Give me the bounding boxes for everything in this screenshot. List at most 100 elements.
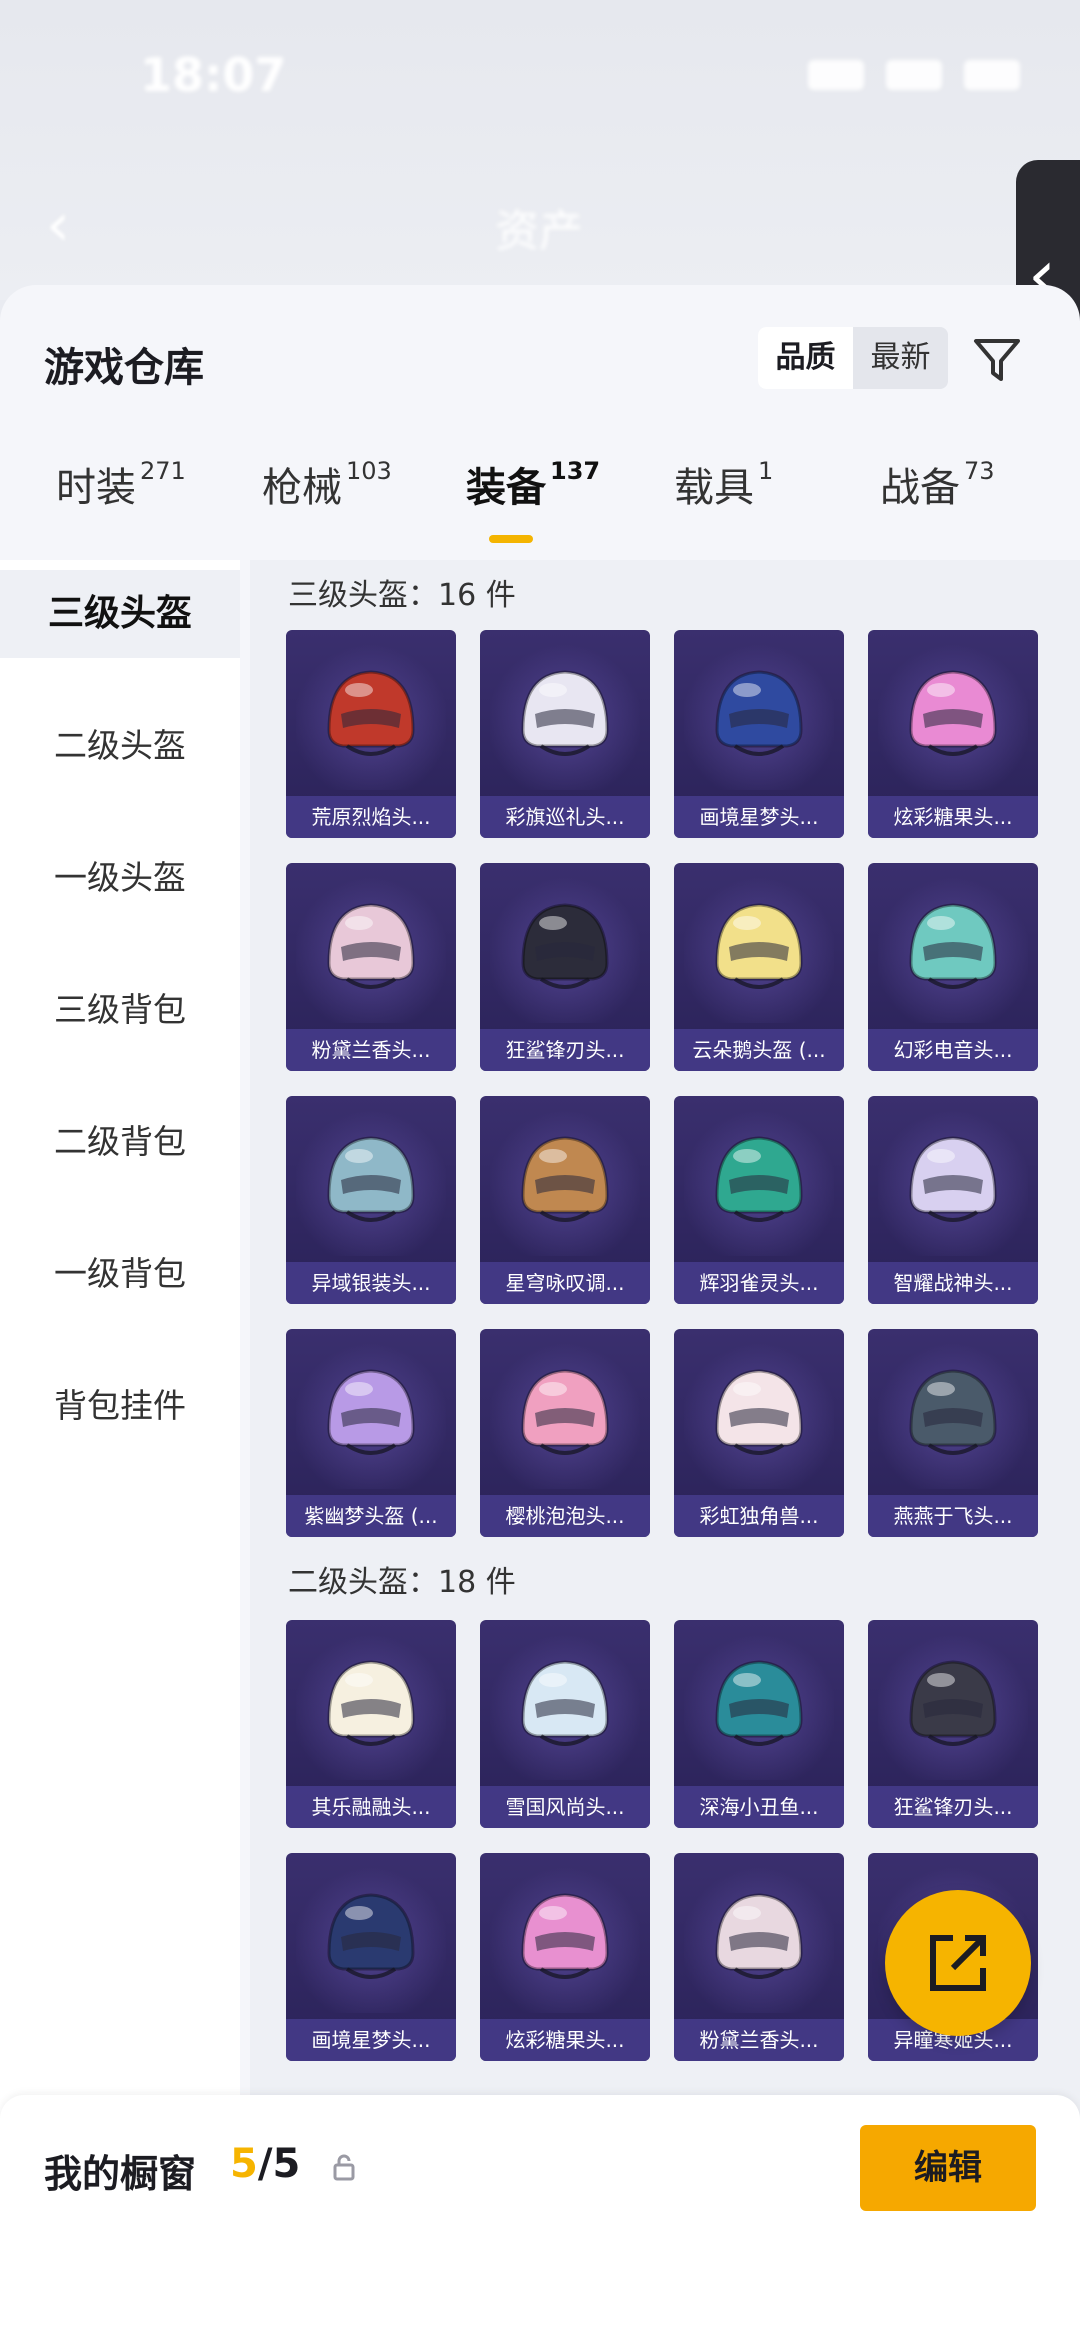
item-card[interactable]: 粉黛兰香头...: [674, 1853, 844, 2061]
item-name: 幻彩电音头...: [868, 1029, 1038, 1071]
helmet-icon: [327, 903, 415, 989]
sort-toggle: 品质 最新: [758, 327, 948, 389]
item-name: 粉黛兰香头...: [286, 1029, 456, 1071]
helmet-icon: [327, 1136, 415, 1222]
helmet-icon: [521, 1660, 609, 1746]
helmet-icon: [715, 1893, 803, 1979]
sidebar-item-backpack-pendant[interactable]: 背包挂件: [0, 1362, 240, 1450]
helmet-icon: [327, 1893, 415, 1979]
helmet-icon: [715, 903, 803, 989]
item-card[interactable]: 智耀战神头...: [868, 1096, 1038, 1304]
item-name: 雪国风尚头...: [480, 1786, 650, 1828]
section-title: 二级头盔：18 件: [288, 1565, 516, 1600]
showcase-label: 我的橱窗: [44, 2152, 197, 2196]
item-card[interactable]: 云朵鹅头盔 (...: [674, 863, 844, 1071]
item-name: 狂鲨锋刃头...: [868, 1786, 1038, 1828]
item-name: 星穹咏叹调...: [480, 1262, 650, 1304]
showcase-count: 5/5: [230, 2141, 300, 2187]
tab-label: 枪械: [262, 465, 342, 511]
page-title: 游戏仓库: [44, 345, 204, 391]
item-card[interactable]: 异域银装头...: [286, 1096, 456, 1304]
item-card[interactable]: 深海小丑鱼...: [674, 1620, 844, 1828]
showcase-bar: 我的橱窗 5/5 编辑: [0, 2095, 1080, 2341]
item-card[interactable]: 荒原烈焰头...: [286, 630, 456, 838]
helmet-icon: [715, 670, 803, 756]
tab-fashion[interactable]: 时装 271: [56, 455, 186, 513]
subcategory-sidebar: 三级头盔 二级头盔 一级头盔 三级背包 二级背包 一级背包 背包挂件: [0, 560, 240, 2200]
helmet-icon: [715, 1369, 803, 1455]
item-name: 云朵鹅头盔 (...: [674, 1029, 844, 1071]
item-card[interactable]: 紫幽梦头盔 (...: [286, 1329, 456, 1537]
status-time: 18:07: [140, 48, 287, 102]
tab-gear[interactable]: 战备 73: [880, 455, 995, 513]
item-name: 其乐融融头...: [286, 1786, 456, 1828]
sidebar-item-backpack-2[interactable]: 二级背包: [0, 1098, 240, 1186]
item-card[interactable]: 炫彩糖果头...: [480, 1853, 650, 2061]
warehouse-sheet: 游戏仓库 品质 最新 时装 271 枪械 103 装备 137 载具 1 战备 73 三级…: [0, 285, 1080, 2341]
helmet-icon: [327, 1369, 415, 1455]
tab-label: 战备: [880, 465, 960, 511]
item-card[interactable]: 幻彩电音头...: [868, 863, 1038, 1071]
edit-button[interactable]: 编辑: [860, 2125, 1036, 2211]
item-card[interactable]: 画境星梦头...: [286, 1853, 456, 2061]
item-name: 燕燕于飞头...: [868, 1495, 1038, 1537]
nav-title: 资产: [495, 206, 583, 257]
tab-label: 载具: [674, 465, 754, 511]
sidebar-item-helmet-2[interactable]: 二级头盔: [0, 702, 240, 790]
helmet-icon: [909, 1136, 997, 1222]
tab-vehicle[interactable]: 载具 1: [674, 455, 773, 513]
signal-icon: [808, 60, 864, 90]
helmet-icon: [715, 1660, 803, 1746]
item-name: 辉羽雀灵头...: [674, 1262, 844, 1304]
sidebar-item-backpack-1[interactable]: 一级背包: [0, 1230, 240, 1318]
item-card[interactable]: 雪国风尚头...: [480, 1620, 650, 1828]
sidebar-item-helmet-3[interactable]: 三级头盔: [0, 570, 240, 658]
item-name: 异域银装头...: [286, 1262, 456, 1304]
tab-label: 装备: [466, 465, 546, 511]
tab-label: 时装: [56, 465, 136, 511]
sort-newest-button[interactable]: 最新: [853, 327, 948, 389]
tab-count: 73: [964, 457, 995, 485]
helmet-icon: [715, 1136, 803, 1222]
item-card[interactable]: 樱桃泡泡头...: [480, 1329, 650, 1537]
share-icon: [930, 1935, 986, 1991]
filter-icon[interactable]: [972, 335, 1022, 385]
item-card[interactable]: 炫彩糖果头...: [868, 630, 1038, 838]
item-card[interactable]: 星穹咏叹调...: [480, 1096, 650, 1304]
helmet-icon: [521, 670, 609, 756]
tab-count: 271: [140, 457, 186, 485]
item-name: 炫彩糖果头...: [480, 2019, 650, 2061]
item-name: 深海小丑鱼...: [674, 1786, 844, 1828]
item-name: 樱桃泡泡头...: [480, 1495, 650, 1537]
tab-guns[interactable]: 枪械 103: [262, 455, 392, 513]
showcase-count-total: /5: [257, 2141, 301, 2187]
helmet-icon: [909, 1660, 997, 1746]
item-card[interactable]: 彩虹独角兽...: [674, 1329, 844, 1537]
blurred-header-background: 18:07 ‹ 资产: [0, 0, 1080, 300]
item-card[interactable]: 辉羽雀灵头...: [674, 1096, 844, 1304]
back-icon[interactable]: ‹: [46, 190, 70, 260]
item-card[interactable]: 粉黛兰香头...: [286, 863, 456, 1071]
item-card[interactable]: 狂鲨锋刃头...: [480, 863, 650, 1071]
item-card[interactable]: 画境星梦头...: [674, 630, 844, 838]
sidebar-item-helmet-1[interactable]: 一级头盔: [0, 834, 240, 922]
tab-count: 137: [550, 457, 601, 485]
share-button[interactable]: [885, 1890, 1031, 2036]
helmet-icon: [521, 1369, 609, 1455]
sidebar-item-backpack-3[interactable]: 三级背包: [0, 966, 240, 1054]
item-name: 荒原烈焰头...: [286, 796, 456, 838]
item-card[interactable]: 其乐融融头...: [286, 1620, 456, 1828]
lock-icon: [333, 2154, 355, 2181]
tab-count: 103: [346, 457, 392, 485]
item-name: 彩旗巡礼头...: [480, 796, 650, 838]
item-name: 画境星梦头...: [674, 796, 844, 838]
sort-quality-button[interactable]: 品质: [758, 327, 853, 389]
tab-equipment[interactable]: 装备 137: [466, 455, 600, 513]
tab-count: 1: [758, 457, 774, 485]
item-card[interactable]: 燕燕于飞头...: [868, 1329, 1038, 1537]
item-card[interactable]: 狂鲨锋刃头...: [868, 1620, 1038, 1828]
item-name: 画境星梦头...: [286, 2019, 456, 2061]
helmet-icon: [521, 903, 609, 989]
item-card[interactable]: 彩旗巡礼头...: [480, 630, 650, 838]
category-tabs: 时装 271 枪械 103 装备 137 载具 1 战备 73: [0, 455, 1080, 545]
